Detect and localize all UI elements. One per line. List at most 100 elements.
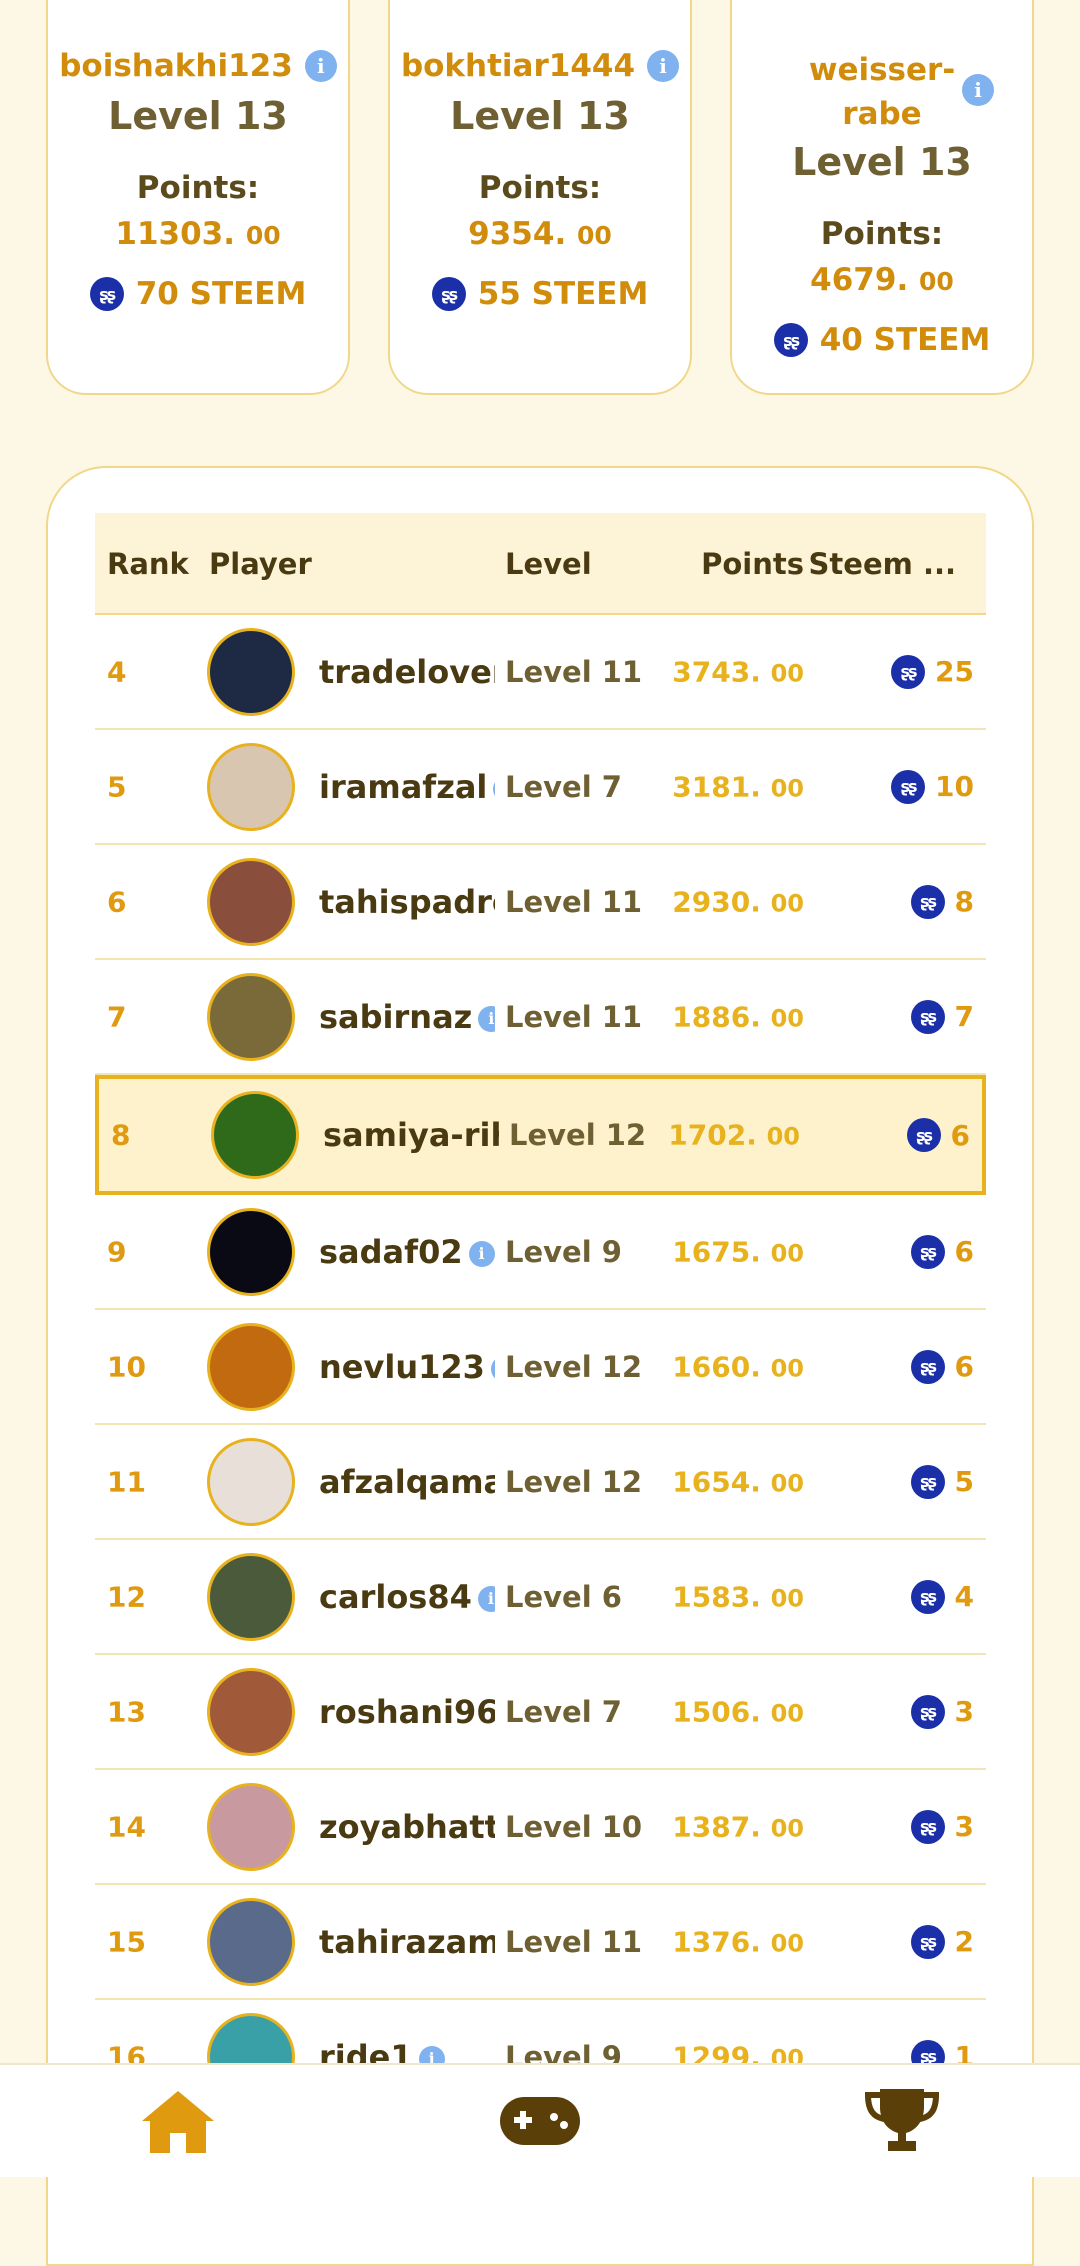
rank-cell: 4 [107, 655, 127, 688]
avatar[interactable] [207, 1437, 295, 1526]
level-cell: Level 11 [505, 654, 643, 689]
steem-cell: ʂʂ 8 [910, 884, 974, 919]
steem-cell: ʂʂ 25 [891, 654, 974, 689]
avatar[interactable] [207, 627, 295, 716]
table-header: Rank Player Level Points Steem ... [95, 513, 986, 615]
steem-icon: ʂʂ [910, 1694, 945, 1729]
table-row[interactable]: 13 roshani96i Level 7 1506. 00 ʂʂ3 [95, 1655, 986, 1770]
rank-cell: 5 [107, 770, 127, 803]
steem-cell: ʂʂ 10 [891, 769, 974, 804]
info-icon[interactable]: i [647, 50, 680, 82]
rank-cell: 6 [107, 885, 127, 918]
points-cell: 1583. 00 [672, 1580, 804, 1613]
steem-cell: ʂʂ 6 [906, 1118, 970, 1152]
info-icon[interactable]: i [304, 50, 337, 82]
level-cell: Level 12 [505, 1349, 643, 1384]
gamepad-icon[interactable] [498, 2093, 582, 2153]
table-row[interactable]: 9 sadaf02 i Level 9 1675. 00 ʂʂ 6 [95, 1195, 986, 1310]
player-name[interactable]: afzalqamai [319, 1463, 495, 1501]
bottom-nav [0, 2063, 1080, 2177]
info-icon[interactable]: i [490, 1355, 495, 1382]
player-name[interactable]: tahirazami [319, 1923, 495, 1961]
avatar[interactable] [207, 1552, 295, 1641]
avatar[interactable] [211, 1091, 299, 1179]
header-rank[interactable]: Rank [107, 547, 189, 581]
player-name[interactable]: zoyabhattii [319, 1808, 495, 1846]
points-cell: 1376. 00 [672, 1925, 804, 1958]
steem-cell: ʂʂ 2 [910, 1924, 974, 1959]
header-level[interactable]: Level [505, 547, 592, 581]
player-name[interactable]: tradeloveri [319, 653, 495, 691]
avatar[interactable] [207, 1667, 295, 1756]
rank-cell: 11 [107, 1465, 146, 1498]
player-name[interactable]: boishakhi123 [59, 48, 293, 84]
avatar[interactable] [207, 1897, 295, 1986]
player-name[interactable]: carlos84 i [319, 1578, 495, 1616]
level-cell: Level 9 [505, 1234, 622, 1269]
podium-card-1st[interactable]: bokhtiar1444 i Level 13 Points: 9354. 00… [388, 0, 692, 395]
info-icon[interactable]: i [493, 775, 495, 802]
header-steem[interactable]: Steem ... [809, 547, 956, 581]
rank-cell: 7 [107, 1000, 127, 1033]
player-name[interactable]: iramafzali [319, 768, 495, 806]
points-cell: 1387. 00 [672, 1810, 804, 1843]
info-icon[interactable]: i [477, 1585, 495, 1612]
avatar[interactable] [207, 742, 295, 831]
points-value: 4679. 00 [810, 262, 954, 298]
player-name[interactable]: sabirnaz i [319, 998, 495, 1036]
player-name[interactable]: nevlu123i [319, 1348, 495, 1386]
home-icon[interactable] [138, 2087, 218, 2161]
level-cell: Level 7 [505, 769, 622, 804]
leaderboard-rows: 4 tradeloveri Level 11 3743. 00 ʂʂ25 5 i… [95, 615, 986, 2115]
leaderboard-card: Rank Player Level Points Steem ... 4 tra… [46, 466, 1034, 2266]
header-player[interactable]: Player [209, 547, 312, 581]
avatar[interactable] [207, 972, 295, 1061]
avatar[interactable] [207, 1207, 295, 1296]
table-row[interactable]: 5 iramafzali Level 7 3181. 00 ʂʂ10 [95, 730, 986, 845]
level-cell: Level 6 [505, 1579, 622, 1614]
player-level: Level 13 [792, 140, 972, 184]
steem-icon: ʂʂ [89, 277, 124, 311]
steem-icon: ʂʂ [910, 1234, 945, 1269]
level-cell: Level 11 [505, 884, 643, 919]
info-icon[interactable]: i [468, 1240, 495, 1267]
points-label: Points: [820, 216, 944, 252]
rank-cell: 8 [111, 1118, 131, 1152]
table-row[interactable]: 7 sabirnaz i Level 11 1886. 00 ʂʂ 7 [95, 960, 986, 1075]
player-name[interactable]: roshani96i [319, 1693, 495, 1731]
player-name[interactable]: samiya-rihi [323, 1116, 499, 1154]
table-row[interactable]: 15 tahirazami Level 11 1376. 00 ʂʂ2 [95, 1885, 986, 2000]
steem-reward: ʂʂ 55 STEEM [390, 276, 690, 312]
avatar[interactable] [207, 857, 295, 946]
points-label: Points: [478, 170, 602, 206]
avatar[interactable] [207, 1322, 295, 1411]
level-cell: Level 10 [505, 1809, 643, 1844]
points-cell: 3181. 00 [672, 770, 804, 803]
table-row[interactable]: 6 tahispadroi Level 11 2930. 00 ʂʂ8 [95, 845, 986, 960]
info-icon[interactable]: i [962, 74, 994, 106]
header-points[interactable]: Points [701, 547, 804, 581]
table-row[interactable]: 4 tradeloveri Level 11 3743. 00 ʂʂ25 [95, 615, 986, 730]
level-cell: Level 7 [505, 1694, 622, 1729]
info-icon[interactable]: i [478, 1005, 495, 1032]
steem-icon: ʂʂ [906, 1118, 941, 1152]
table-row-current-user[interactable]: 8 samiya-rihi Level 12 1702. 00 ʂʂ6 [95, 1075, 986, 1195]
steem-cell: ʂʂ 3 [910, 1809, 974, 1844]
player-name[interactable]: bokhtiar1444 [401, 48, 635, 84]
podium-card-3rd[interactable]: weisser- rabe i Level 13 Points: 4679. 0… [730, 0, 1034, 395]
podium-card-2nd[interactable]: boishakhi123 i Level 13 Points: 11303. 0… [46, 0, 350, 395]
player-name[interactable]: sadaf02 i [319, 1233, 495, 1271]
trophy-icon[interactable] [862, 2085, 942, 2161]
rank-cell: 15 [107, 1925, 146, 1958]
rank-cell: 13 [107, 1695, 146, 1728]
points-cell: 1506. 00 [672, 1695, 804, 1728]
points-cell: 1675. 00 [672, 1235, 804, 1268]
player-name[interactable]: tahispadroi [319, 883, 495, 921]
table-row[interactable]: 12 carlos84 i Level 6 1583. 00 ʂʂ 4 [95, 1540, 986, 1655]
avatar[interactable] [207, 1782, 295, 1871]
table-row[interactable]: 14 zoyabhattii Level 10 1387. 00 ʂʂ3 [95, 1770, 986, 1885]
points-cell: 1654. 00 [672, 1465, 804, 1498]
table-row[interactable]: 10 nevlu123i Level 12 1660. 00 ʂʂ6 [95, 1310, 986, 1425]
table-row[interactable]: 11 afzalqamai Level 12 1654. 00 ʂʂ5 [95, 1425, 986, 1540]
steem-reward: ʂʂ 40 STEEM [732, 322, 1032, 358]
